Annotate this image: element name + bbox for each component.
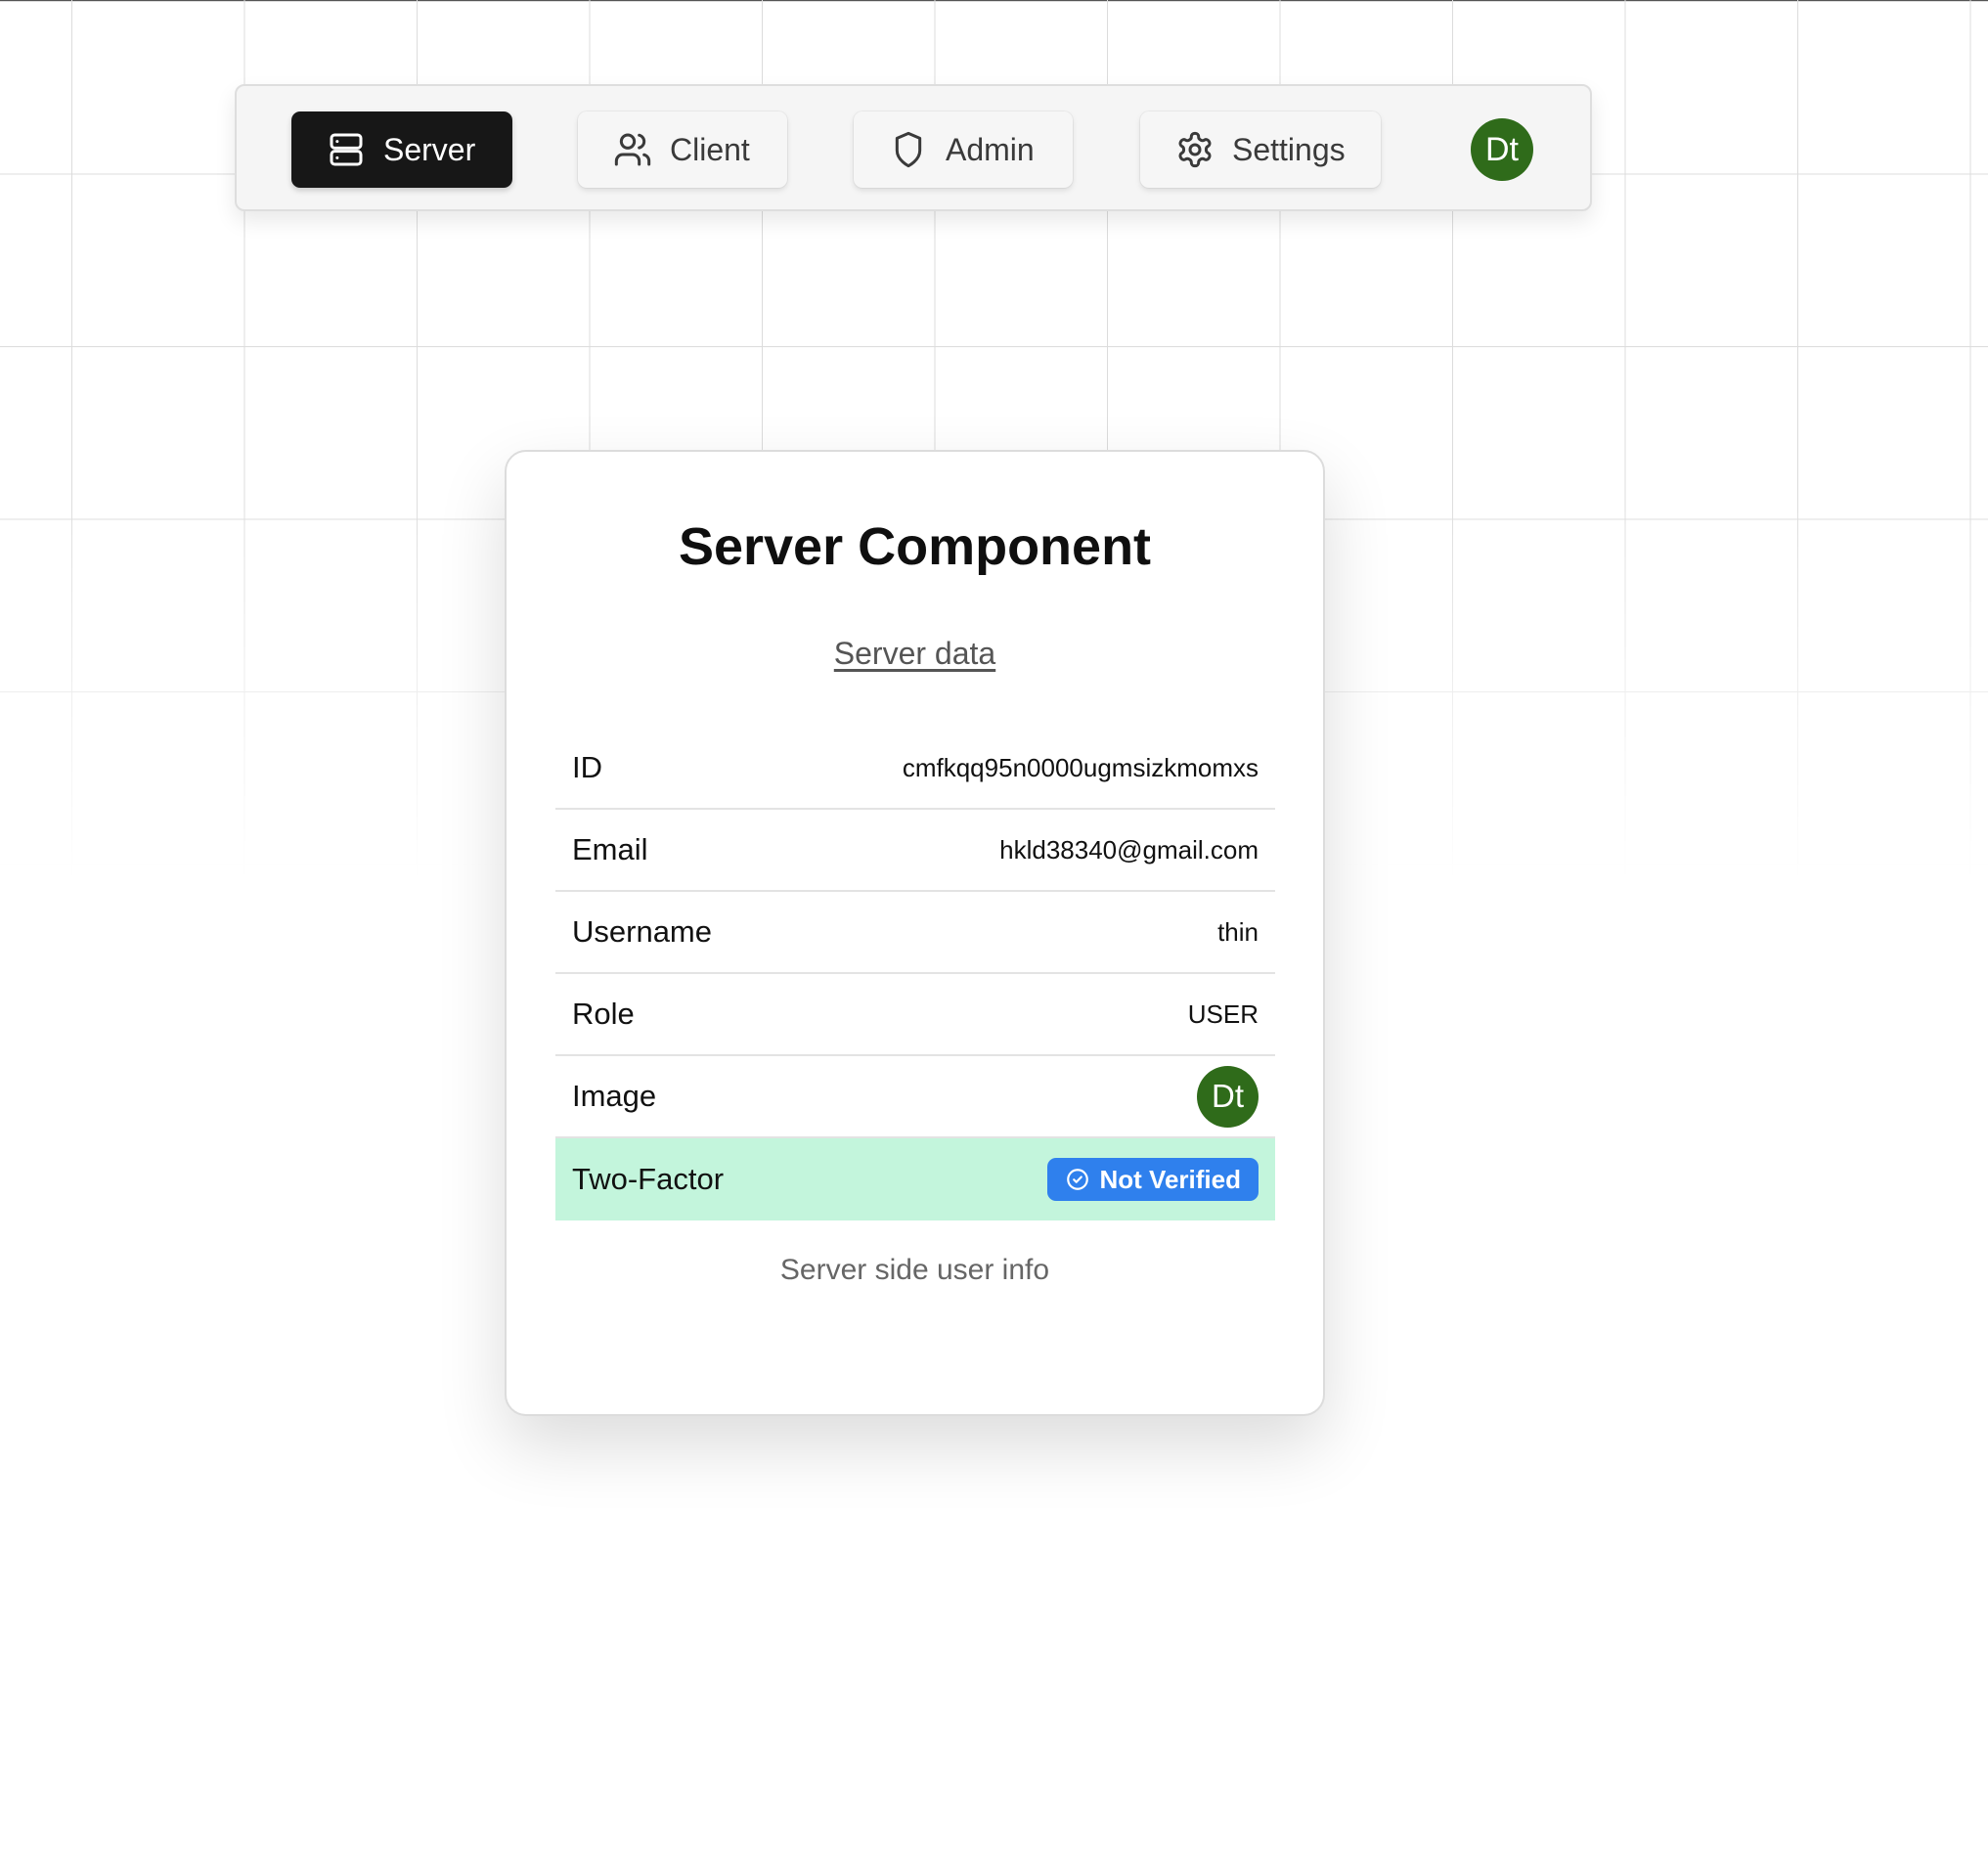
row-label: Username [572,914,712,949]
row-label: ID [572,750,602,784]
info-row-email: Email hkld38340@gmail.com [555,810,1275,892]
nav-server-label: Server [383,131,476,167]
nav-settings-label: Settings [1232,131,1346,167]
row-value: thin [1217,916,1259,947]
row-label: Email [572,832,648,866]
info-row-username: Username thin [555,892,1275,974]
card-footer-text: Server side user info [779,1254,1050,1286]
server-icon [330,133,363,166]
server-data-link[interactable]: Server data [507,636,1323,672]
status-badge: Not Verified [1046,1158,1259,1201]
nav-admin-button[interactable]: Admin [854,111,1073,188]
card-title: Server Component [678,517,1152,576]
check-circle-icon [1066,1169,1088,1190]
row-value: cmfkqq95n0000ugmsizkmomxs [902,752,1259,782]
info-row-role: Role USER [555,974,1275,1056]
nav-admin-label: Admin [946,131,1035,167]
shield-icon [895,131,922,168]
gear-icon [1178,131,1212,168]
nav-client-button[interactable]: Client [578,111,787,188]
info-row-id: ID cmfkqq95n0000ugmsizkmomxs [555,728,1275,810]
server-component-card: Server Component Server data ID cmfkqq95… [505,450,1325,1416]
row-value: hkld38340@gmail.com [999,834,1259,865]
top-navbar: Server Client Admin Settings Dt [235,84,1592,211]
user-info-table: ID cmfkqq95n0000ugmsizkmomxs Email hkld3… [555,728,1275,1220]
row-label: Two-Factor [572,1162,725,1196]
avatar: Dt [1197,1065,1259,1128]
row-label: Image [572,1079,657,1113]
user-avatar[interactable]: Dt [1471,118,1533,181]
nav-server-button[interactable]: Server [291,111,512,188]
status-badge-label: Not Verified [1099,1164,1241,1194]
row-value: USER [1187,998,1259,1029]
info-row-two-factor: Two-Factor Not Verified [555,1138,1275,1220]
row-label: Role [572,997,635,1031]
nav-client-label: Client [670,131,750,167]
nav-settings-button[interactable]: Settings [1140,111,1381,188]
users-icon [614,133,651,166]
info-row-image: Image Dt [555,1056,1275,1138]
